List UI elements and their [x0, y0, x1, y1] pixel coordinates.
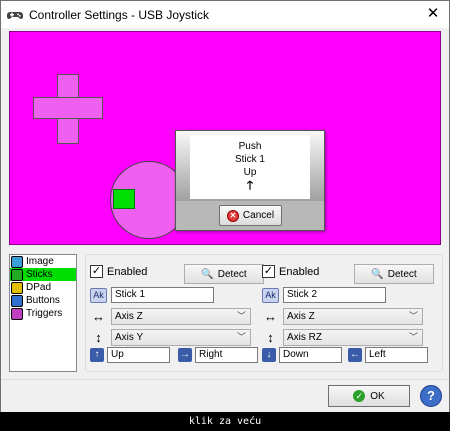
- stick-2-down-row: ↓ Down: [262, 347, 342, 363]
- ok-button[interactable]: ✓ OK: [328, 385, 410, 407]
- magnifier-icon: 🔍: [371, 268, 384, 280]
- chevron-down-icon: ﹀: [236, 311, 246, 321]
- stick-2-left-field[interactable]: Left: [365, 347, 428, 363]
- cancel-button[interactable]: ✕ Cancel: [219, 205, 282, 226]
- stick-1-name-field[interactable]: Stick 1: [111, 287, 214, 303]
- stick-2-axis-x-select[interactable]: Axis Z ﹀: [283, 308, 423, 325]
- stick-1-axis-x-row: ↔ Axis Z ﹀: [90, 308, 251, 325]
- category-item-image[interactable]: Image: [10, 255, 76, 268]
- checkmark-icon: ✓: [353, 390, 366, 402]
- sticks-icon: [11, 268, 23, 281]
- image-icon: [11, 255, 23, 268]
- gamepad-icon: [7, 11, 23, 19]
- stick-1-right-row: → Right: [178, 347, 258, 363]
- rename-icon: Ak: [262, 287, 279, 303]
- stick-2-enabled-checkbox[interactable]: ✓ Enabled: [262, 265, 319, 278]
- category-item-buttons[interactable]: Buttons: [10, 294, 76, 307]
- stick-1-enabled-label: Enabled: [107, 265, 148, 278]
- stick-2-axis-y-value: Axis RZ: [287, 332, 322, 343]
- category-label: Sticks: [26, 269, 53, 280]
- rename-icon: Ak: [90, 287, 107, 303]
- category-item-triggers[interactable]: Triggers: [10, 307, 76, 320]
- ok-label: OK: [370, 390, 385, 402]
- stick-1-position-marker: [113, 189, 135, 209]
- stick-1-detect-label: Detect: [217, 268, 247, 280]
- stick-1-axis-y-select[interactable]: Axis Y ﹀: [111, 329, 251, 346]
- cancel-icon: ✕: [226, 209, 239, 222]
- category-item-dpad[interactable]: DPad: [10, 281, 76, 294]
- stick-2-name-field[interactable]: Stick 2: [283, 287, 386, 303]
- stick-2-name-row: Ak Stick 2: [262, 287, 386, 303]
- stick-1-name-row: Ak Stick 1: [90, 287, 214, 303]
- stick-2-axis-x-row: ↔ Axis Z ﹀: [262, 308, 423, 325]
- category-list: Image Sticks DPad Buttons Triggers: [9, 254, 77, 372]
- vertical-arrows-icon: ↕: [267, 330, 274, 345]
- title-bar: Controller Settings - USB Joystick ✕: [1, 1, 449, 28]
- arrow-left-icon: ←: [348, 348, 362, 362]
- triggers-icon: [11, 307, 23, 320]
- stick-2-axis-y-select[interactable]: Axis RZ ﹀: [283, 329, 423, 346]
- sticks-settings-panel: ✓ Enabled 🔍 Detect Ak Stick 1 ↔ Axis Z ﹀…: [85, 254, 443, 372]
- arrow-up-icon: ↑: [90, 348, 104, 362]
- arrow-down-icon: ↓: [262, 348, 276, 362]
- stick-2-detect-label: Detect: [387, 268, 417, 280]
- controller-settings-window: Controller Settings - USB Joystick ✕ Pus…: [0, 0, 450, 413]
- controller-preview: Push Stick 1 Up 🡑 ✕ Cancel: [9, 31, 441, 245]
- stick-2-enabled-label: Enabled: [279, 265, 320, 278]
- stick-1-axis-x-select[interactable]: Axis Z ﹀: [111, 308, 251, 325]
- stick-2-axis-y-row: ↕ Axis RZ ﹀: [262, 329, 423, 346]
- category-label: Buttons: [26, 295, 60, 306]
- dpad-center: [58, 98, 78, 118]
- stick-2-left-row: ← Left: [348, 347, 428, 363]
- magnifier-icon: 🔍: [201, 268, 214, 280]
- arrow-up-icon: 🡑: [246, 178, 254, 192]
- horizontal-arrows-icon: ↔: [92, 309, 105, 324]
- stick-1-axis-y-value: Axis Y: [115, 332, 144, 343]
- window-title: Controller Settings - USB Joystick: [29, 7, 210, 22]
- vertical-arrows-icon: ↕: [95, 330, 102, 345]
- cancel-label: Cancel: [242, 210, 275, 221]
- stick-1-up-row: ↑ Up: [90, 347, 170, 363]
- stick-1-enabled-checkbox[interactable]: ✓ Enabled: [90, 265, 147, 278]
- arrow-right-icon: →: [178, 348, 192, 362]
- category-label: Triggers: [26, 308, 63, 319]
- stick-2-down-field[interactable]: Down: [279, 347, 342, 363]
- chevron-down-icon: ﹀: [408, 332, 418, 342]
- stick-1-right-field[interactable]: Right: [195, 347, 258, 363]
- stick-1-axis-x-value: Axis Z: [115, 311, 143, 322]
- close-button[interactable]: ✕: [425, 5, 441, 23]
- stick-1-up-field[interactable]: Up: [107, 347, 170, 363]
- dialog-line-push: Push: [238, 141, 262, 152]
- category-label: Image: [26, 256, 54, 267]
- checkbox-checked-icon: ✓: [90, 265, 103, 278]
- dialog-footer: ✓ OK ?: [1, 379, 449, 413]
- stick-1-detect-button[interactable]: 🔍 Detect: [184, 264, 264, 284]
- dpad-icon: [11, 281, 23, 294]
- stick-2-detect-button[interactable]: 🔍 Detect: [354, 264, 434, 284]
- help-button[interactable]: ?: [420, 385, 442, 407]
- horizontal-arrows-icon: ↔: [264, 309, 277, 324]
- chevron-down-icon: ﹀: [408, 311, 418, 321]
- dialog-message: Push Stick 1 Up 🡑: [190, 135, 310, 199]
- category-item-sticks[interactable]: Sticks: [10, 268, 76, 281]
- detect-dialog: Push Stick 1 Up 🡑 ✕ Cancel: [175, 130, 325, 231]
- stick-1-axis-y-row: ↕ Axis Y ﹀: [90, 329, 251, 346]
- chevron-down-icon: ﹀: [236, 332, 246, 342]
- category-label: DPad: [26, 282, 52, 293]
- dialog-line-stick: Stick 1: [234, 154, 265, 165]
- checkbox-checked-icon: ✓: [262, 265, 275, 278]
- buttons-icon: [11, 294, 23, 307]
- image-caption: klik za veću: [0, 412, 450, 431]
- stick-2-axis-x-value: Axis Z: [287, 311, 315, 322]
